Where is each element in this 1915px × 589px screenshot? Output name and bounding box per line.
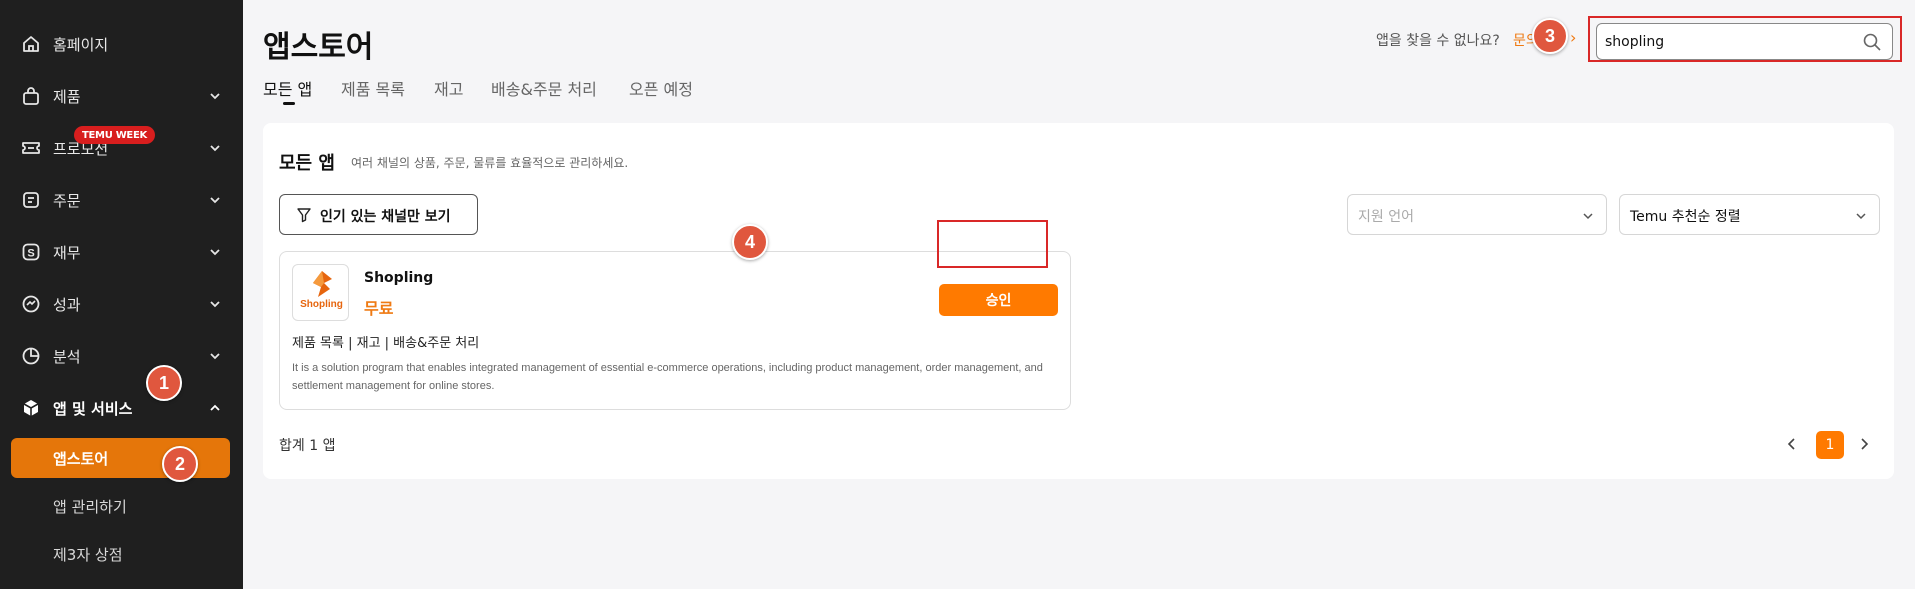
sidebar-item-products[interactable]: 제품 (0, 76, 243, 116)
step-marker-2: 2 (162, 446, 198, 482)
sidebar-item-orders[interactable]: 주문 (0, 180, 243, 220)
sidebar-item-analytics[interactable]: 분석 (0, 336, 243, 376)
svg-text:S: S (27, 248, 34, 260)
tab-all-apps[interactable]: 모든 앱 (263, 76, 312, 100)
filter-button-label: 인기 있는 채널만 보기 (320, 209, 451, 225)
language-select[interactable]: 지원 언어 (1347, 194, 1607, 235)
home-icon (20, 33, 42, 55)
sidebar-subitem-label: 제3자 상점 (53, 545, 123, 564)
chevron-right-icon[interactable] (1856, 436, 1872, 452)
sidebar-item-label: 분석 (53, 347, 81, 366)
sidebar-item-label: 주문 (53, 191, 81, 210)
chevron-down-icon (210, 197, 220, 204)
app-categories: 제품 목록 | 재고 | 배송&주문 처리 (292, 336, 480, 351)
tab-inventory[interactable]: 재고 (434, 76, 463, 100)
step-marker-4: 4 (732, 224, 768, 260)
section-title: 모든 앱 (279, 153, 335, 174)
approve-button[interactable]: 승인 (939, 284, 1058, 316)
sidebar-item-finance[interactable]: S 재무 (0, 232, 243, 272)
dollar-icon: S (20, 241, 42, 263)
chevron-up-icon (210, 404, 220, 411)
app-name: Shopling (364, 270, 434, 286)
sidebar-item-home[interactable]: 홈페이지 (0, 24, 243, 64)
page-title: 앱스토어 (263, 30, 374, 65)
sidebar: 홈페이지 제품 프로모션 TEMU WEEK 주문 S 재무 성과 분석 앱 및… (0, 0, 243, 589)
sidebar-item-apps-services[interactable]: 앱 및 서비스 (0, 388, 243, 428)
tab-coming-soon[interactable]: 오픈 예정 (629, 76, 693, 100)
chevron-right-icon: › (1570, 28, 1577, 47)
active-tab-indicator (283, 102, 295, 105)
chevron-down-icon (210, 301, 220, 308)
step-marker-1: 1 (146, 365, 182, 401)
performance-icon (20, 293, 42, 315)
app-logo-text: Shopling (300, 299, 343, 310)
tab-shipping-fulfillment[interactable]: 배송&주문 처리 (491, 76, 597, 100)
order-icon (20, 189, 42, 211)
search-icon[interactable] (1862, 32, 1882, 52)
sidebar-item-label: 제품 (53, 87, 81, 106)
highlight-frame-approve (937, 220, 1048, 268)
popular-channels-filter-button[interactable]: 인기 있는 채널만 보기 (279, 194, 478, 235)
sidebar-subitem-manage-apps[interactable]: 앱 관리하기 (11, 486, 230, 526)
sidebar-subitem-third-party-store[interactable]: 제3자 상점 (11, 534, 230, 574)
chevron-down-icon (210, 93, 220, 100)
chevron-down-icon (1583, 213, 1593, 220)
chevron-down-icon (210, 353, 220, 360)
sidebar-subitem-label: 앱 관리하기 (53, 497, 127, 516)
chevron-down-icon (210, 145, 220, 152)
promotion-badge: TEMU WEEK (74, 126, 155, 144)
ticket-icon (20, 137, 42, 159)
search-input[interactable] (1605, 30, 1855, 54)
sidebar-item-label: 홈페이지 (53, 35, 109, 54)
total-count: 합계 1 앱 (279, 438, 336, 454)
shopling-logo-icon (313, 271, 332, 297)
sidebar-subitem-label: 앱스토어 (53, 449, 109, 468)
chevron-down-icon (1856, 213, 1866, 220)
section-description: 여러 채널의 상품, 주문, 물류를 효율적으로 관리하세요. (351, 156, 629, 170)
filter-icon (297, 208, 311, 223)
sidebar-item-performance[interactable]: 성과 (0, 284, 243, 324)
pie-chart-icon (20, 345, 42, 367)
app-description: It is a solution program that enables in… (292, 362, 1043, 392)
chevron-down-icon (210, 249, 220, 256)
app-card-shopling[interactable]: Shopling Shopling 무료 제품 목록 | 재고 | 배송&주문 … (279, 251, 1071, 410)
language-select-placeholder: 지원 언어 (1358, 209, 1414, 225)
app-price: 무료 (364, 299, 394, 318)
sidebar-item-label: 재무 (53, 243, 81, 262)
pagination-page[interactable]: 1 (1816, 431, 1844, 459)
sort-select-value: Temu 추천순 정렬 (1630, 209, 1741, 225)
search-box (1596, 23, 1893, 60)
sidebar-item-label: 성과 (53, 295, 81, 314)
tab-product-listing[interactable]: 제품 목록 (341, 76, 405, 100)
sidebar-item-label: 앱 및 서비스 (53, 399, 133, 418)
help-text: 앱을 찾을 수 없나요? (1376, 33, 1500, 49)
app-logo: Shopling (292, 264, 349, 321)
chevron-left-icon[interactable] (1784, 436, 1800, 452)
bag-icon (20, 85, 42, 107)
app-list-panel: 모든 앱 여러 채널의 상품, 주문, 물류를 효율적으로 관리하세요. 인기 … (263, 123, 1894, 479)
step-marker-3: 3 (1532, 18, 1568, 54)
sort-select[interactable]: Temu 추천순 정렬 (1619, 194, 1880, 235)
cube-icon (20, 397, 42, 419)
